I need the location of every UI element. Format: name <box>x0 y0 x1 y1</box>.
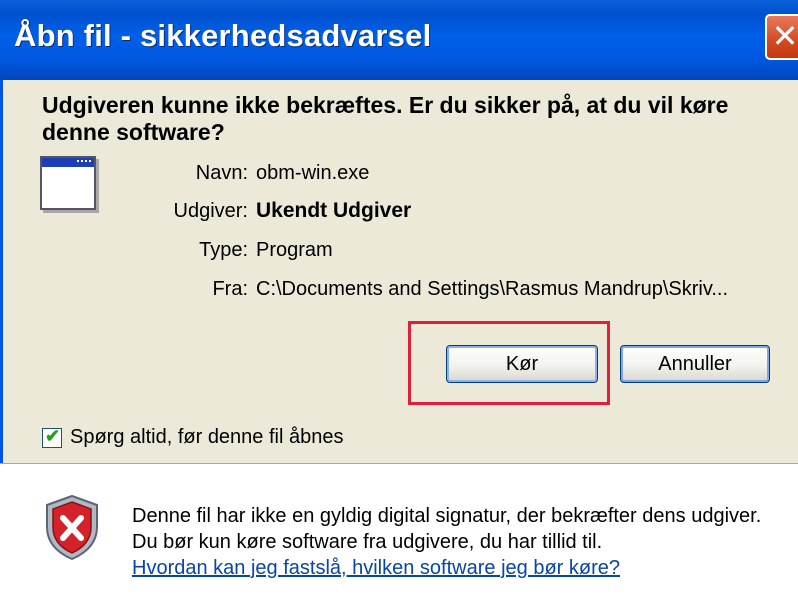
type-label: Type: <box>199 239 248 261</box>
checkmark-icon: ✔ <box>45 426 61 446</box>
name-value: obm-win.exe <box>256 162 370 184</box>
warning-question: Udgiveren kunne ikke bekræftes. Er du si… <box>42 92 729 145</box>
ask-always-label[interactable]: Spørg altid, før denne fil åbnes <box>70 424 343 450</box>
detail-row-name: Navn: obm-win.exe <box>0 159 798 187</box>
help-link[interactable]: Hvordan kan jeg fastslå, hvilken softwar… <box>132 555 772 581</box>
security-shield-icon <box>46 494 98 561</box>
name-label: Navn: <box>195 162 248 184</box>
info-message: Denne fil har ikke en gyldig digital sig… <box>132 505 762 553</box>
publisher-label: Udgiver: <box>173 200 248 222</box>
cancel-button[interactable]: Annuller <box>620 345 770 383</box>
title-bar[interactable]: Åbn fil - sikkerhedsadvarsel ✕ <box>0 0 798 80</box>
ask-always-checkbox[interactable]: ✔ <box>42 426 62 448</box>
publisher-value: Ukendt Udgiver <box>256 199 412 222</box>
info-text-block: Denne fil har ikke en gyldig digital sig… <box>132 503 772 581</box>
close-icon: ✕ <box>771 17 798 55</box>
detail-row-publisher: Udgiver: Ukendt Udgiver <box>0 197 798 225</box>
from-value: C:\Documents and Settings\Rasmus Mandrup… <box>256 278 729 300</box>
from-label: Fra: <box>212 278 248 300</box>
run-button[interactable]: Kør <box>446 345 598 383</box>
detail-row-type: Type: Program <box>0 236 798 264</box>
type-value: Program <box>256 239 333 261</box>
detail-row-from: Fra: C:\Documents and Settings\Rasmus Ma… <box>0 275 798 303</box>
window-title: Åbn fil - sikkerhedsadvarsel <box>14 18 432 53</box>
close-button[interactable]: ✕ <box>765 14 798 60</box>
